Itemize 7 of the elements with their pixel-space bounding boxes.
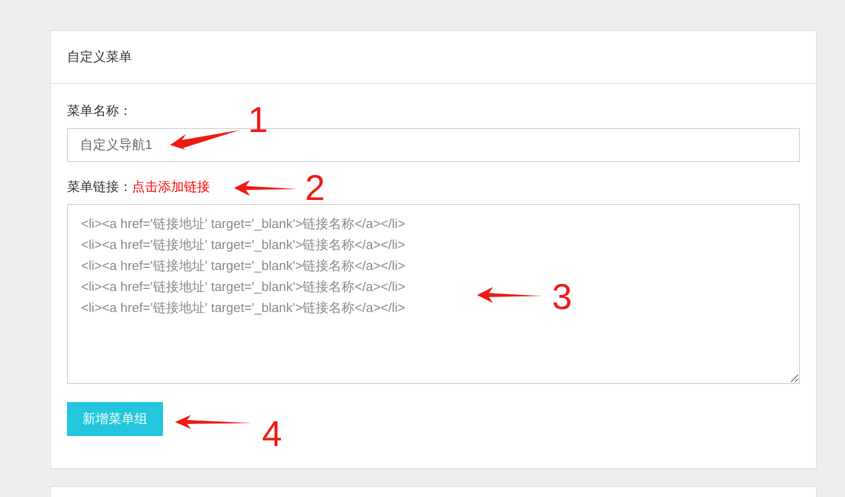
card-title: 自定义菜单 bbox=[67, 48, 132, 66]
annotation-number: 3 bbox=[552, 277, 572, 317]
add-link-link[interactable]: 点击添加链接 bbox=[132, 177, 210, 197]
annotation-number: 4 bbox=[262, 414, 282, 454]
field-label: 菜单链接： bbox=[67, 178, 132, 196]
field-label: 菜单名称： bbox=[67, 102, 132, 120]
add-menu-group-button[interactable]: 新增菜单组 bbox=[67, 402, 163, 436]
